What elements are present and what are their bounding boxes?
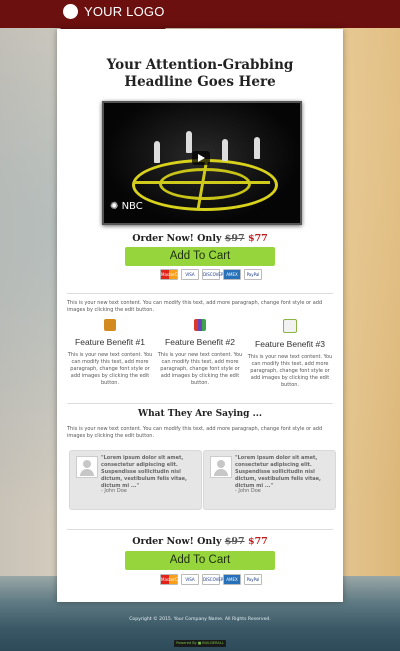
bar-chart-icon bbox=[194, 319, 206, 331]
amex-icon: AMEX bbox=[223, 574, 241, 585]
performer-figure bbox=[186, 131, 192, 153]
mastercard-icon: MasterCard bbox=[160, 269, 184, 280]
paypal-icon: PayPal bbox=[244, 574, 262, 585]
performer-figure bbox=[154, 141, 160, 163]
old-price: $97 bbox=[224, 233, 245, 244]
avatar-placeholder-icon bbox=[76, 456, 98, 478]
old-price: $97 bbox=[224, 536, 245, 547]
feature-1: Feature Benefit #1 This is your new text… bbox=[65, 319, 155, 387]
add-to-cart-button-bottom[interactable]: Add To Cart bbox=[125, 551, 275, 570]
logo-circle-icon bbox=[63, 4, 78, 19]
logo[interactable]: YOUR LOGO bbox=[63, 4, 165, 19]
feature-title: Feature Benefit #2 bbox=[165, 337, 235, 347]
mastercard-icon: MasterCard bbox=[160, 574, 184, 585]
feature-title: Feature Benefit #3 bbox=[255, 339, 325, 349]
order-label: Order Now! Only bbox=[132, 536, 222, 547]
order-line-bottom: Order Now! Only $97 $77 bbox=[57, 536, 343, 547]
paypal-icon: PayPal bbox=[244, 269, 262, 280]
stacked-layers-icon bbox=[104, 319, 116, 331]
testimonial-card: "Lorem ipsum dolor sit amet, consectetur… bbox=[69, 450, 202, 510]
testimonial-author: - John Doe bbox=[235, 488, 261, 494]
feature-text: This is your new text content. You can m… bbox=[67, 352, 153, 386]
document-icon bbox=[283, 319, 297, 333]
new-price: $77 bbox=[247, 536, 268, 547]
feature-2: Feature Benefit #2 This is your new text… bbox=[155, 319, 245, 387]
order-line-top: Order Now! Only $97 $77 bbox=[57, 233, 343, 244]
divider bbox=[67, 529, 333, 530]
feature-title: Feature Benefit #1 bbox=[75, 337, 145, 347]
video-player[interactable]: ✺ NBC bbox=[102, 101, 302, 225]
discover-icon: DISCOVER bbox=[202, 269, 224, 280]
order-label: Order Now! Only bbox=[132, 233, 222, 244]
visa-icon: VISA bbox=[181, 269, 199, 280]
headline-line-2: Headline Goes Here bbox=[124, 74, 276, 90]
content-card: Your Attention-Grabbing Headline Goes He… bbox=[57, 29, 343, 602]
nbc-peacock-icon: ✺ NBC bbox=[110, 201, 143, 212]
new-price: $77 bbox=[247, 233, 268, 244]
feature-3: Feature Benefit #3 This is your new text… bbox=[245, 319, 335, 389]
amex-icon: AMEX bbox=[223, 269, 241, 280]
payment-cards-bottom: MasterCard VISA DISCOVER AMEX PayPal bbox=[160, 574, 262, 585]
page-headline: Your Attention-Grabbing Headline Goes He… bbox=[57, 57, 343, 91]
testimonial-quote: "Lorem ipsum dolor sit amet, consectetur… bbox=[101, 455, 187, 489]
testimonial-author: - John Doe bbox=[101, 488, 127, 494]
logo-text: YOUR LOGO bbox=[84, 4, 165, 19]
performer-figure bbox=[222, 139, 228, 161]
visa-icon: VISA bbox=[181, 574, 199, 585]
performer-figure bbox=[254, 137, 260, 159]
divider bbox=[67, 403, 333, 404]
footer-copyright: Copyright © 2015. Your Company Name. All… bbox=[129, 617, 271, 622]
divider bbox=[67, 293, 333, 294]
headline-line-1: Your Attention-Grabbing bbox=[106, 57, 294, 73]
powered-by-badge[interactable]: Powered By ■ BUILDERALL bbox=[174, 640, 226, 647]
testimonial-quote: "Lorem ipsum dolor sit amet, consectetur… bbox=[235, 455, 321, 489]
testimonials-title: What They Are Saying ... bbox=[137, 409, 263, 419]
avatar-placeholder-icon bbox=[210, 456, 232, 478]
intro-text: This is your new text content. You can m… bbox=[67, 300, 323, 313]
discover-icon: DISCOVER bbox=[202, 574, 224, 585]
payment-cards-top: MasterCard VISA DISCOVER AMEX PayPal bbox=[160, 269, 262, 280]
add-to-cart-button-top[interactable]: Add To Cart bbox=[125, 247, 275, 266]
testimonial-card: "Lorem ipsum dolor sit amet, consectetur… bbox=[203, 450, 336, 510]
video-network-logo: NBC bbox=[121, 201, 143, 212]
feature-text: This is your new text content. You can m… bbox=[157, 352, 243, 386]
testimonials-intro: This is your new text content. You can m… bbox=[67, 426, 323, 439]
play-icon[interactable] bbox=[192, 151, 210, 165]
feature-text: This is your new text content. You can m… bbox=[247, 354, 333, 388]
